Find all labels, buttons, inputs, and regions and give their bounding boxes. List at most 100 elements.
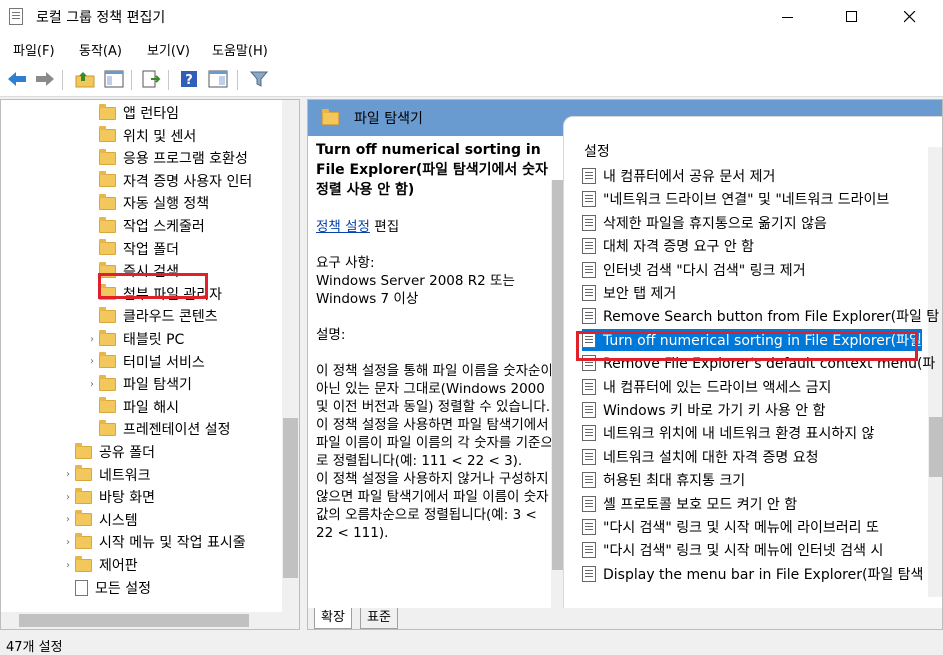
setting-row[interactable]: 네트워크 설치에 대한 자격 증명 요청: [582, 446, 818, 468]
setting-label: "다시 검색" 링크 및 시작 메뉴에 인터넷 검색 시: [603, 543, 884, 560]
tree-item[interactable]: 공유 폴더: [61, 441, 155, 463]
tree-item[interactable]: › 파일 탐색기: [85, 373, 192, 395]
setting-row[interactable]: Display the menu bar in File Explorer(파일…: [582, 563, 923, 585]
window-title: 로컬 그룹 정책 편집기: [36, 10, 166, 26]
setting-row[interactable]: "다시 검색" 링크 및 시작 메뉴에 라이브러리 또: [582, 516, 879, 538]
help-icon: ?: [181, 71, 197, 88]
folder-icon: [99, 329, 116, 346]
show-hide-tree-button[interactable]: [103, 69, 125, 89]
policy-editor-app-icon: [9, 8, 23, 25]
expand-chevron-icon[interactable]: ›: [61, 492, 75, 503]
back-arrow-icon: [8, 72, 26, 86]
tree-item[interactable]: 프레젠테이션 설정: [85, 418, 231, 440]
settings-scroll-thumb[interactable]: [929, 417, 942, 477]
tree-scroll-thumb[interactable]: [283, 418, 298, 578]
folder-icon: [99, 148, 116, 165]
back-button[interactable]: [6, 69, 28, 89]
menu-file[interactable]: 파일(F): [13, 40, 55, 59]
tree-item[interactable]: 클라우드 콘텐츠: [85, 305, 218, 327]
tree-item[interactable]: 자동 실행 정책: [85, 192, 209, 214]
setting-row[interactable]: 삭제한 파일을 휴지통으로 옮기지 않음: [582, 212, 827, 234]
policy-setting-icon: [582, 472, 596, 489]
tree-item-label: 자격 증명 사용자 인터: [123, 173, 253, 190]
menu-action[interactable]: 동작(A): [79, 40, 122, 59]
tree-item-label: 위치 및 센서: [123, 128, 197, 145]
forward-arrow-icon: [36, 72, 54, 86]
expand-chevron-icon[interactable]: ›: [85, 356, 99, 367]
description-label: 설명:: [316, 327, 346, 343]
tree-item[interactable]: › 시스템: [61, 509, 138, 531]
tree-item[interactable]: 작업 스케줄러: [85, 215, 205, 237]
folder-icon: [99, 352, 116, 369]
highlight-box-setting: [576, 331, 918, 361]
tree-item[interactable]: 작업 폴더: [85, 238, 179, 260]
setting-row[interactable]: 내 컴퓨터에서 공유 문서 제거: [582, 165, 775, 187]
tree-item[interactable]: › 터미널 서비스: [85, 351, 205, 373]
tree-item-label: 작업 폴더: [123, 241, 179, 258]
tab-extended[interactable]: 확장: [314, 608, 352, 629]
expand-chevron-icon[interactable]: ›: [61, 514, 75, 525]
settings-column-header[interactable]: 설정: [584, 141, 610, 161]
folder-icon: [99, 419, 116, 436]
setting-row[interactable]: 네트워크 위치에 내 네트워크 환경 표시하지 않: [582, 422, 874, 444]
tree-hscroll-thumb[interactable]: [19, 614, 249, 627]
properties-button[interactable]: [207, 69, 229, 89]
setting-row[interactable]: 셸 프로토콜 보호 모드 켜기 안 함: [582, 493, 797, 515]
tree-item-label: 바탕 화면: [99, 490, 155, 507]
setting-row[interactable]: Windows 키 바로 가기 키 사용 안 함: [582, 399, 825, 421]
tree-item[interactable]: › 네트워크: [61, 464, 151, 486]
tree-item[interactable]: › 태블릿 PC: [85, 328, 184, 350]
menu-help[interactable]: 도움말(H): [212, 40, 268, 59]
expand-chevron-icon[interactable]: ›: [61, 560, 75, 571]
up-folder-button[interactable]: [74, 69, 96, 89]
expand-chevron-icon[interactable]: ›: [85, 334, 99, 345]
setting-row[interactable]: 보안 탭 제거: [582, 282, 676, 304]
setting-row[interactable]: "다시 검색" 링크 및 시작 메뉴에 인터넷 검색 시: [582, 539, 883, 561]
tree-item[interactable]: 위치 및 센서: [85, 125, 196, 147]
filter-funnel-icon: [250, 71, 268, 87]
setting-label: "다시 검색" 링크 및 시작 메뉴에 라이브러리 또: [603, 520, 879, 536]
expand-chevron-icon[interactable]: ›: [61, 537, 75, 548]
setting-label: 내 컴퓨터에서 공유 문서 제거: [603, 169, 776, 185]
folder-icon: [75, 487, 92, 504]
setting-row[interactable]: "네트워크 드라이브 연결" 및 "네트워크 드라이브: [582, 188, 889, 210]
tree-item[interactable]: › 제어판: [61, 554, 138, 576]
tree-item[interactable]: 자격 증명 사용자 인터: [85, 170, 252, 192]
toolbar-separator: [131, 70, 132, 90]
setting-label: "네트워크 드라이브 연결" 및 "네트워크 드라이브: [603, 192, 890, 209]
close-button[interactable]: [887, 0, 933, 34]
forward-button[interactable]: [34, 69, 56, 89]
expand-chevron-icon[interactable]: ›: [61, 469, 75, 480]
tree-item-label: 시스템: [99, 512, 138, 529]
edit-policy-link[interactable]: 정책 설정: [316, 219, 370, 235]
export-list-button[interactable]: [140, 69, 162, 89]
tree-vertical-scrollbar[interactable]: [282, 100, 299, 612]
setting-row[interactable]: 인터넷 검색 "다시 검색" 링크 제거: [582, 259, 806, 281]
tree-item[interactable]: 앱 런타임: [85, 102, 179, 124]
menu-view[interactable]: 보기(V): [147, 40, 190, 59]
setting-row[interactable]: 대체 자격 증명 요구 안 함: [582, 235, 754, 257]
close-icon: [904, 11, 916, 23]
tree-item[interactable]: › 바탕 화면: [61, 486, 155, 508]
setting-row[interactable]: 내 컴퓨터에 있는 드라이브 액세스 금지: [582, 376, 831, 398]
expand-chevron-icon[interactable]: ›: [85, 379, 99, 390]
export-list-icon: [142, 70, 161, 88]
help-button[interactable]: ?: [178, 69, 200, 89]
tree-item[interactable]: 응용 프로그램 호환성: [85, 147, 248, 169]
console-tree[interactable]: 앱 런타임위치 및 센서응용 프로그램 호환성자격 증명 사용자 인터자동 실행…: [0, 99, 300, 630]
settings-list[interactable]: 설정 내 컴퓨터에서 공유 문서 제거 "네트워크 드라이브 연결" 및 "네트워…: [563, 116, 942, 610]
maximize-button[interactable]: [829, 0, 875, 34]
description-text: 이 정책 설정을 통해 파일 이름을 숫자순이 아닌 있는 문자 그대로(Win…: [316, 363, 553, 415]
setting-row[interactable]: Remove Search button from File Explorer(…: [582, 305, 939, 327]
description-text-enabled: 이 정책 설정을 사용하면 파일 탐색기에서 파일 이름이 파일 이름의 각 숫…: [316, 417, 553, 469]
tree-horizontal-scrollbar[interactable]: [1, 612, 299, 629]
tree-item[interactable]: › 시작 메뉴 및 작업 표시줄: [61, 531, 246, 553]
setting-label: 허용된 최대 휴지통 크기: [603, 473, 746, 490]
tab-standard[interactable]: 표준: [360, 608, 398, 629]
details-pane: 파일 탐색기 Turn off numerical sorting in Fil…: [307, 99, 943, 630]
minimize-button[interactable]: [765, 0, 811, 34]
filter-button[interactable]: [248, 69, 270, 89]
tree-item[interactable]: 파일 해시: [85, 396, 179, 418]
tree-item[interactable]: 모든 설정: [61, 577, 151, 599]
setting-row[interactable]: 허용된 최대 휴지통 크기: [582, 469, 745, 491]
